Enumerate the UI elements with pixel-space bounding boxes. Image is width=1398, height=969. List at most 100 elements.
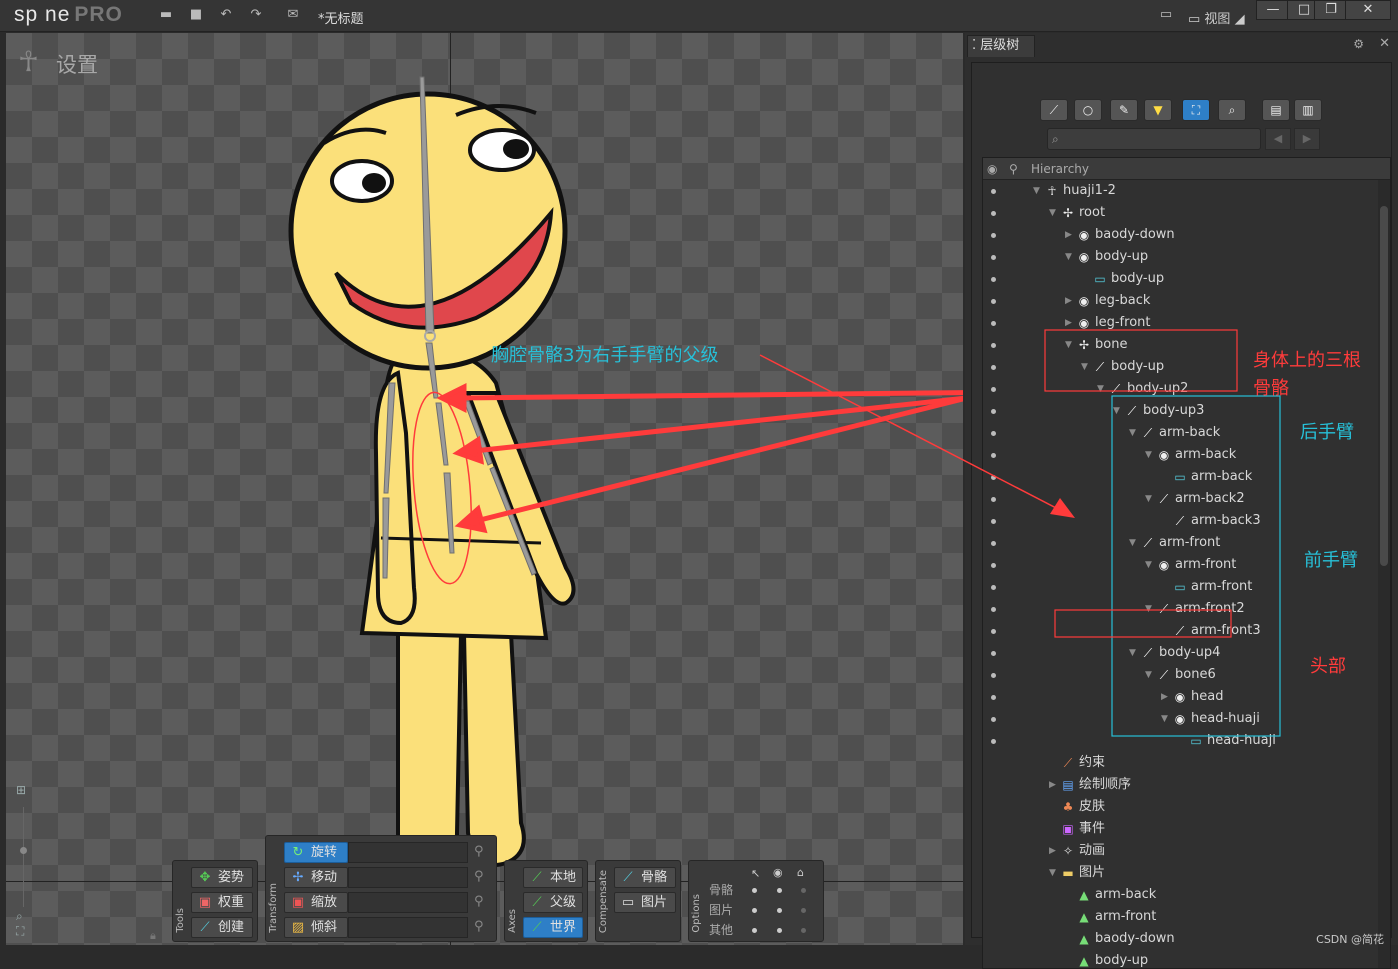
collapse-arrow-icon[interactable]: ▼: [1129, 642, 1139, 664]
collapse-arrow-icon[interactable]: ▼: [1129, 532, 1139, 554]
visibility-dot[interactable]: [991, 607, 996, 612]
filter-constraints-icon[interactable]: ▼: [1144, 99, 1172, 121]
collapse-arrow-icon[interactable]: ▼: [1145, 554, 1155, 576]
expand-arrow-icon[interactable]: ▶: [1065, 312, 1075, 334]
tree-row[interactable]: ▼ ◉ body-up: [983, 246, 1378, 268]
visibility-dot[interactable]: [991, 277, 996, 282]
collapse-arrow-icon[interactable]: ▼: [1129, 422, 1139, 444]
visibility-dot[interactable]: [991, 475, 996, 480]
export-icon[interactable]: ✉: [285, 8, 301, 22]
translate-lock-icon[interactable]: ⚲: [474, 869, 484, 884]
tree-row[interactable]: ▭ head-huaji: [983, 730, 1378, 752]
compensate-bones-button[interactable]: ⟋ 骨骼: [614, 867, 676, 888]
tree-row[interactable]: ▶ ◉ leg-back: [983, 290, 1378, 312]
visibility-dot[interactable]: [991, 453, 996, 458]
focus-selection-icon[interactable]: ⛶: [1182, 99, 1210, 121]
shear-button[interactable]: ▨ 倾斜: [284, 917, 348, 938]
option-toggle[interactable]: [801, 928, 806, 933]
visibility-dot[interactable]: [991, 189, 996, 194]
option-toggle[interactable]: [777, 928, 782, 933]
tree-image-item[interactable]: ▲ arm-front: [983, 906, 1378, 928]
tree-section[interactable]: ▣ 事件: [983, 818, 1378, 840]
collapse-arrow-icon[interactable]: ▼: [1065, 246, 1075, 268]
collapse-arrow-icon[interactable]: ▼: [1065, 334, 1075, 356]
filter-slots-icon[interactable]: ○: [1074, 99, 1102, 121]
pose-button[interactable]: ✥ 姿势: [191, 867, 253, 888]
collapse-arrow-icon[interactable]: ▼: [1145, 444, 1155, 466]
filter-bones-icon[interactable]: ⟋: [1040, 99, 1068, 121]
tree-image-item[interactable]: ▲ arm-back: [983, 884, 1378, 906]
visibility-dot[interactable]: [991, 299, 996, 304]
lock-icon[interactable]: 🔒︎: [150, 929, 156, 943]
option-toggle[interactable]: [752, 888, 757, 893]
redo-icon[interactable]: ↷: [248, 8, 264, 22]
panel-settings-icon[interactable]: ⚙: [1353, 37, 1364, 51]
frame-icon[interactable]: ⛶: [16, 924, 36, 939]
create-button[interactable]: ⟋ 创建: [191, 917, 253, 938]
layout-icon[interactable]: ▭: [1158, 8, 1174, 22]
tree-row[interactable]: ▼ ◉ arm-back: [983, 444, 1378, 466]
tree-scrollbar-thumb[interactable]: [1380, 206, 1388, 566]
visibility-dot[interactable]: [991, 651, 996, 656]
rotate-lock-icon[interactable]: ⚲: [474, 844, 484, 859]
visibility-dot[interactable]: [991, 343, 996, 348]
tree-row[interactable]: ▭ arm-front: [983, 576, 1378, 598]
compensate-images-button[interactable]: ▭ 图片: [614, 892, 676, 913]
collapse-arrow-icon[interactable]: ▼: [1161, 708, 1171, 730]
visibility-dot[interactable]: [991, 673, 996, 678]
tree-row[interactable]: ▼ ◉ head-huaji: [983, 708, 1378, 730]
collapse-arrow-icon[interactable]: ▼: [1113, 400, 1123, 422]
tree-row[interactable]: ▼ ⟋ body-up2: [983, 378, 1378, 400]
tree-section[interactable]: ▶ ▤ 绘制顺序: [983, 774, 1378, 796]
tree-row[interactable]: ▼ ☥ huaji1-2: [983, 180, 1378, 202]
collapse-all-icon[interactable]: ▤: [1262, 99, 1290, 121]
close-icon[interactable]: ✕: [1345, 0, 1391, 20]
local-axis-button[interactable]: ⟋ 本地: [523, 867, 583, 888]
visibility-dot[interactable]: [991, 321, 996, 326]
find-icon[interactable]: ⌕: [1218, 99, 1246, 121]
visibility-dot[interactable]: [991, 695, 996, 700]
tree-row[interactable]: ▼ ⟋ arm-front2: [983, 598, 1378, 620]
option-toggle[interactable]: [777, 888, 782, 893]
tab-hierarchy[interactable]: ⁚ 层级树: [967, 35, 1035, 57]
zoom-slider[interactable]: [20, 807, 36, 907]
tree-section[interactable]: ▼ ▬ 图片: [983, 862, 1378, 884]
visibility-dot[interactable]: [991, 585, 996, 590]
panel-close-icon[interactable]: ✕: [1379, 36, 1390, 51]
restore-icon[interactable]: ❐: [1314, 0, 1348, 20]
visibility-dot[interactable]: [991, 563, 996, 568]
visibility-dot[interactable]: [991, 211, 996, 216]
minimize-icon[interactable]: —: [1256, 0, 1290, 20]
undo-icon[interactable]: ↶: [218, 8, 234, 22]
option-toggle[interactable]: [801, 908, 806, 913]
tree-section[interactable]: ⟋ 约束: [983, 752, 1378, 774]
shear-lock-icon[interactable]: ⚲: [474, 919, 484, 934]
tree-section[interactable]: ♣ 皮肤: [983, 796, 1378, 818]
visibility-dot[interactable]: [991, 365, 996, 370]
translate-value[interactable]: [348, 867, 468, 888]
option-toggle[interactable]: [752, 908, 757, 913]
rotate-button[interactable]: ↻ 旋转: [284, 842, 348, 863]
tree-row[interactable]: ⟋ arm-front3: [983, 620, 1378, 642]
collapse-arrow-icon[interactable]: ▼: [1049, 862, 1059, 884]
option-toggle[interactable]: [801, 888, 806, 893]
save-icon[interactable]: ■: [188, 8, 204, 22]
tree-row[interactable]: ▶ ◉ leg-front: [983, 312, 1378, 334]
collapse-arrow-icon[interactable]: ▼: [1145, 488, 1155, 510]
prev-result-icon[interactable]: ◀: [1265, 128, 1291, 150]
scale-value[interactable]: [348, 892, 468, 913]
tree-section[interactable]: ▶ ✧ 动画: [983, 840, 1378, 862]
collapse-arrow-icon[interactable]: ▼: [1081, 356, 1091, 378]
visibility-dot[interactable]: [991, 497, 996, 502]
visibility-dot[interactable]: [991, 739, 996, 744]
visibility-dot[interactable]: [991, 387, 996, 392]
tree-row[interactable]: ▭ body-up: [983, 268, 1378, 290]
open-folder-icon[interactable]: ▬: [158, 8, 174, 22]
weights-button[interactable]: ▣ 权重: [191, 892, 253, 913]
collapse-arrow-icon[interactable]: ▼: [1049, 202, 1059, 224]
zoom-control[interactable]: ⊞ ⌕ ⛶: [16, 783, 36, 939]
tree-row[interactable]: ▼ ⟋ arm-back2: [983, 488, 1378, 510]
tree-scrollbar[interactable]: [1378, 180, 1390, 968]
expand-arrow-icon[interactable]: ▶: [1065, 290, 1075, 312]
expand-arrow-icon[interactable]: ▶: [1049, 840, 1059, 862]
